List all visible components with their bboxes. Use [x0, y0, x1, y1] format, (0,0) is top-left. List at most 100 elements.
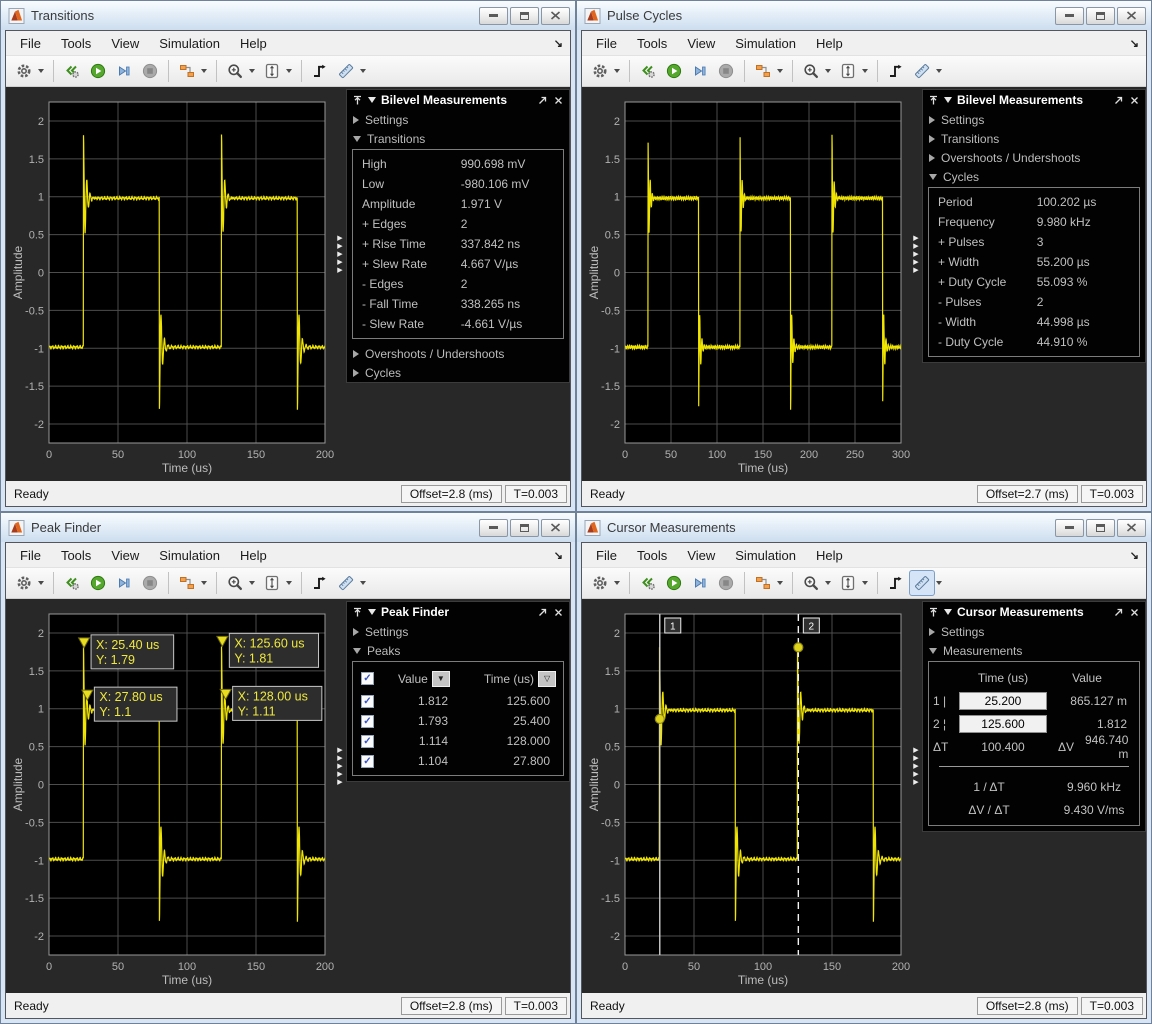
sort-time-button[interactable]: ▽	[538, 671, 556, 687]
collapse-panel-icon[interactable]	[944, 97, 952, 103]
scope-plot[interactable]: 050100150200-2-1.5-1-0.500.511.52Time (u…	[12, 601, 334, 991]
menu-simulation[interactable]: Simulation	[725, 543, 806, 567]
gear-caret-icon[interactable]	[38, 581, 44, 585]
measurements-caret-icon[interactable]	[360, 69, 366, 73]
menu-tools[interactable]: Tools	[627, 31, 677, 55]
menu-help[interactable]: Help	[230, 543, 277, 567]
menu-view[interactable]: View	[677, 543, 725, 567]
titlebar[interactable]: Peak Finder	[1, 513, 575, 542]
measurements-button[interactable]	[333, 58, 359, 84]
close-panel-icon[interactable]	[553, 607, 564, 618]
menu-overflow-icon[interactable]: ↘	[554, 549, 563, 562]
panel-splitter[interactable]: ▶ ▶ ▶ ▶ ▶	[910, 599, 922, 993]
step-back-button[interactable]	[59, 58, 85, 84]
menu-overflow-icon[interactable]: ↘	[554, 37, 563, 50]
menu-simulation[interactable]: Simulation	[725, 31, 806, 55]
run-button[interactable]	[661, 570, 687, 596]
run-button[interactable]	[85, 58, 111, 84]
peak-checkbox[interactable]: ✓	[361, 695, 374, 708]
scope-plot[interactable]: 050100150200250300-2-1.5-1-0.500.511.52T…	[588, 89, 910, 479]
simulink-snapshot-button[interactable]	[750, 58, 776, 84]
settings-gear-button[interactable]	[11, 58, 37, 84]
measurements-caret-icon[interactable]	[936, 69, 942, 73]
close-button[interactable]	[541, 7, 570, 25]
settings-gear-button[interactable]	[587, 58, 613, 84]
measurements-button[interactable]	[909, 570, 935, 596]
menu-help[interactable]: Help	[230, 31, 277, 55]
dock-pin-icon[interactable]	[928, 607, 939, 618]
maximize-button[interactable]	[1086, 519, 1115, 537]
panel-splitter[interactable]: ▶ ▶ ▶ ▶ ▶	[910, 87, 922, 481]
fit-caret-icon[interactable]	[286, 581, 292, 585]
collapse-panel-icon[interactable]	[944, 609, 952, 615]
panel-section-cycles[interactable]: Cycles	[347, 363, 569, 382]
fit-to-view-button[interactable]	[259, 58, 285, 84]
stop-button[interactable]	[713, 570, 739, 596]
collapse-panel-icon[interactable]	[368, 97, 376, 103]
step-forward-button[interactable]	[111, 570, 137, 596]
zoom-caret-icon[interactable]	[249, 581, 255, 585]
zoom-in-button[interactable]	[222, 570, 248, 596]
trigger-button[interactable]	[883, 58, 909, 84]
close-panel-icon[interactable]	[1129, 607, 1140, 618]
zoom-caret-icon[interactable]	[825, 581, 831, 585]
peak-checkbox[interactable]: ✓	[361, 715, 374, 728]
stop-button[interactable]	[137, 570, 163, 596]
gear-caret-icon[interactable]	[614, 581, 620, 585]
menu-tools[interactable]: Tools	[51, 543, 101, 567]
settings-gear-button[interactable]	[11, 570, 37, 596]
menu-tools[interactable]: Tools	[627, 543, 677, 567]
trigger-button[interactable]	[307, 58, 333, 84]
gear-caret-icon[interactable]	[38, 69, 44, 73]
undock-icon[interactable]	[1113, 607, 1124, 618]
fit-caret-icon[interactable]	[286, 69, 292, 73]
simulink-snapshot-button[interactable]	[174, 570, 200, 596]
menu-overflow-icon[interactable]: ↘	[1130, 549, 1139, 562]
menu-simulation[interactable]: Simulation	[149, 543, 230, 567]
titlebar[interactable]: Pulse Cycles	[577, 1, 1151, 30]
fit-caret-icon[interactable]	[862, 69, 868, 73]
step-back-button[interactable]	[635, 570, 661, 596]
dock-pin-icon[interactable]	[352, 607, 363, 618]
titlebar[interactable]: Cursor Measurements	[577, 513, 1151, 542]
gear-caret-icon[interactable]	[614, 69, 620, 73]
step-forward-button[interactable]	[687, 58, 713, 84]
titlebar[interactable]: Transitions	[1, 1, 575, 30]
menu-help[interactable]: Help	[806, 543, 853, 567]
step-forward-button[interactable]	[111, 58, 137, 84]
zoom-in-button[interactable]	[798, 570, 824, 596]
snapshot-caret-icon[interactable]	[201, 581, 207, 585]
zoom-caret-icon[interactable]	[249, 69, 255, 73]
menu-file[interactable]: File	[586, 31, 627, 55]
undock-icon[interactable]	[537, 607, 548, 618]
cursor-2-time-input[interactable]: 125.600	[959, 715, 1047, 733]
measurements-caret-icon[interactable]	[936, 581, 942, 585]
step-forward-button[interactable]	[687, 570, 713, 596]
menu-view[interactable]: View	[101, 543, 149, 567]
menu-file[interactable]: File	[586, 543, 627, 567]
panel-section-settings[interactable]: Settings	[923, 110, 1145, 129]
measurements-button[interactable]	[333, 570, 359, 596]
panel-section-peaks[interactable]: Peaks	[347, 641, 569, 660]
run-button[interactable]	[85, 570, 111, 596]
panel-section-settings[interactable]: Settings	[347, 622, 569, 641]
measurements-caret-icon[interactable]	[360, 581, 366, 585]
peak-checkbox[interactable]: ✓	[361, 735, 374, 748]
snapshot-caret-icon[interactable]	[201, 69, 207, 73]
collapse-panel-icon[interactable]	[368, 609, 376, 615]
stop-button[interactable]	[137, 58, 163, 84]
minimize-button[interactable]	[1055, 7, 1084, 25]
fit-to-view-button[interactable]	[835, 58, 861, 84]
close-panel-icon[interactable]	[553, 95, 564, 106]
panel-section-overshoots[interactable]: Overshoots / Undershoots	[347, 344, 569, 363]
panel-section-measurements[interactable]: Measurements	[923, 641, 1145, 660]
panel-section-overshoots[interactable]: Overshoots / Undershoots	[923, 148, 1145, 167]
minimize-button[interactable]	[479, 519, 508, 537]
cursor-1-time-input[interactable]: 25.200	[959, 692, 1047, 710]
panel-splitter[interactable]: ▶ ▶ ▶ ▶ ▶	[334, 599, 346, 993]
run-button[interactable]	[661, 58, 687, 84]
menu-view[interactable]: View	[101, 31, 149, 55]
panel-section-settings[interactable]: Settings	[347, 110, 569, 129]
close-button[interactable]	[541, 519, 570, 537]
menu-help[interactable]: Help	[806, 31, 853, 55]
